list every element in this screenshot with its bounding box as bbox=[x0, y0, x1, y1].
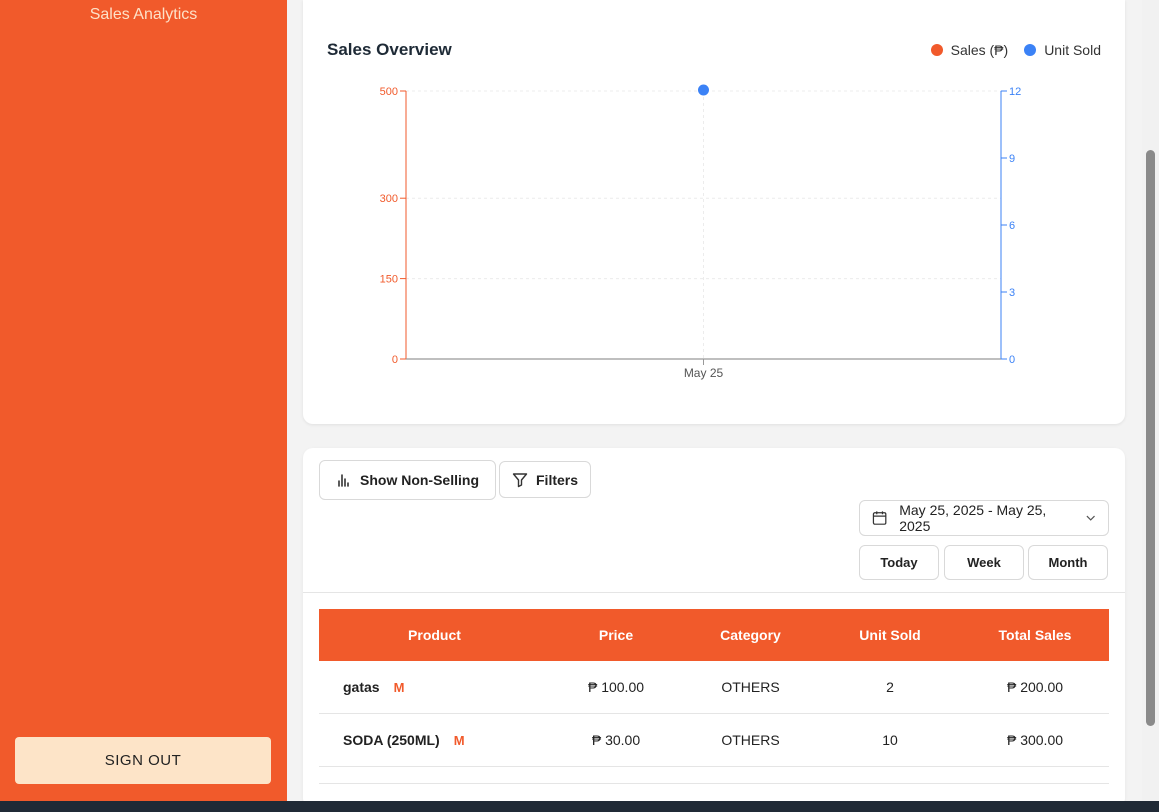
cell-total-sales: ₱ 200.00 bbox=[1006, 679, 1064, 695]
left-tick-label: 300 bbox=[380, 193, 398, 205]
product-name: gatas bbox=[343, 679, 380, 695]
cell-unit-sold: 2 bbox=[886, 679, 894, 695]
vertical-scrollbar[interactable] bbox=[1142, 0, 1159, 801]
sign-out-button[interactable]: SIGN OUT bbox=[15, 737, 271, 784]
divider bbox=[303, 592, 1125, 593]
cell-product: SODA (250ML) M bbox=[319, 732, 550, 748]
header-price[interactable]: Price bbox=[550, 627, 682, 643]
main-content: Sales Overview Sales (₱) Unit Sold 0 150 3… bbox=[287, 0, 1142, 801]
scrollbar-thumb[interactable] bbox=[1146, 150, 1155, 726]
bar-chart-icon bbox=[338, 474, 349, 487]
calendar-icon bbox=[872, 511, 887, 525]
sales-chart: 0 150 300 500 0 3 6 9 12 May 25 bbox=[380, 83, 1021, 380]
cell-price: ₱ 30.00 bbox=[591, 732, 641, 748]
unit-badge: M bbox=[393, 680, 405, 695]
taskbar-strip bbox=[0, 801, 1159, 812]
date-range-value: May 25, 2025 - May 25, 2025 bbox=[899, 502, 1047, 534]
cell-unit-sold: 10 bbox=[882, 732, 898, 748]
right-tick-label: 0 bbox=[1009, 354, 1015, 366]
table-header: Product Price Category Unit Sold Total S… bbox=[319, 609, 1109, 661]
show-non-selling-button[interactable]: Show Non-Selling bbox=[319, 460, 496, 500]
right-tick-label: 9 bbox=[1009, 153, 1015, 165]
header-product[interactable]: Product bbox=[319, 627, 550, 643]
header-unit-sold[interactable]: Unit Sold bbox=[819, 627, 961, 643]
x-tick-label: May 25 bbox=[684, 366, 724, 380]
cell-total-sales: ₱ 300.00 bbox=[1006, 732, 1064, 748]
sales-table-card: Show Non-Selling Filters May 25, 2025 - … bbox=[303, 448, 1125, 801]
table-bottom-border bbox=[319, 783, 1109, 784]
right-tick-label: 3 bbox=[1009, 287, 1015, 299]
month-button[interactable]: Month bbox=[1028, 545, 1108, 580]
left-tick-label: 500 bbox=[380, 86, 398, 98]
unit-badge: M bbox=[453, 733, 465, 748]
week-button[interactable]: Week bbox=[944, 545, 1024, 580]
cell-product: gatas M bbox=[319, 679, 550, 695]
sidebar-item-sales-analytics[interactable]: Sales Analytics bbox=[0, 6, 287, 24]
filters-button[interactable]: Filters bbox=[499, 461, 592, 498]
data-point bbox=[697, 83, 710, 97]
header-total-sales[interactable]: Total Sales bbox=[961, 627, 1109, 643]
filters-label: Filters bbox=[536, 471, 579, 488]
cell-category: OTHERS bbox=[721, 732, 780, 748]
show-non-selling-label: Show Non-Selling bbox=[360, 472, 479, 488]
cell-price: ₱ 100.00 bbox=[587, 679, 645, 695]
table-row[interactable]: SODA (250ML) M ₱ 30.00 OTHERS 10 ₱ 300.00 bbox=[319, 714, 1109, 767]
chevron-down-icon bbox=[1086, 515, 1095, 521]
left-tick-label: 150 bbox=[380, 274, 398, 286]
left-tick-label: 0 bbox=[392, 354, 398, 366]
filter-icon bbox=[512, 472, 528, 487]
table-row[interactable]: gatas M ₱ 100.00 OTHERS 2 ₱ 200.00 bbox=[319, 661, 1109, 714]
today-button[interactable]: Today bbox=[859, 545, 939, 580]
right-tick-label: 6 bbox=[1009, 220, 1015, 232]
right-tick-label: 12 bbox=[1009, 86, 1021, 98]
cell-category: OTHERS bbox=[721, 679, 780, 695]
header-category[interactable]: Category bbox=[682, 627, 819, 643]
product-name: SODA (250ML) bbox=[343, 732, 440, 748]
date-range-picker[interactable]: May 25, 2025 - May 25, 2025 bbox=[859, 500, 1109, 536]
sales-table: Product Price Category Unit Sold Total S… bbox=[319, 609, 1109, 767]
sales-overview-card: Sales Overview Sales (₱) Unit Sold 0 150 3… bbox=[303, 0, 1125, 424]
sidebar: Sales Analytics SIGN OUT bbox=[0, 0, 287, 801]
